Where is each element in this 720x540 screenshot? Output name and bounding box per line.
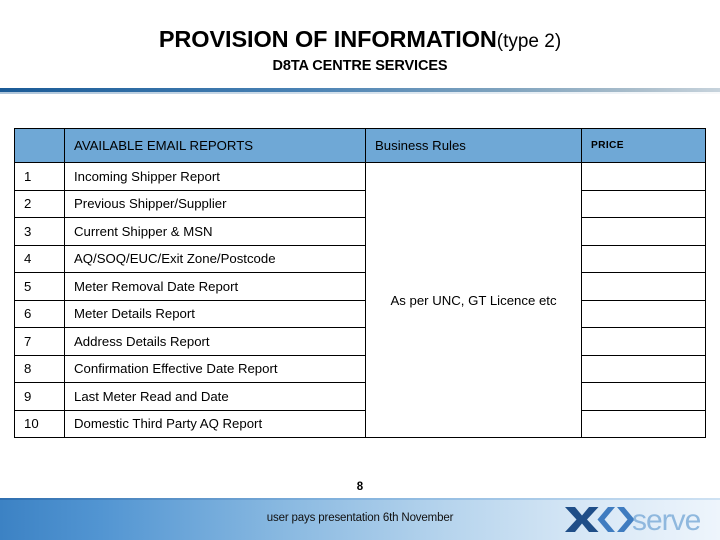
- cell-report-name: Confirmation Effective Date Report: [64, 354, 366, 383]
- available-email-reports-table: AVAILABLE EMAIL REPORTS Business Rules P…: [14, 128, 706, 438]
- page-title-qualifier: (type 2): [496, 31, 562, 52]
- header-divider-shadow: [0, 92, 720, 94]
- slide-header: PROVISION OF INFORMATION(type 2) D8TA CE…: [0, 0, 720, 96]
- cell-index: 10: [14, 409, 65, 438]
- table-body: 1 Incoming Shipper Report As per UNC, GT…: [14, 162, 706, 438]
- cell-price: [581, 299, 706, 328]
- cell-price: [581, 327, 706, 356]
- column-header-report-name: AVAILABLE EMAIL REPORTS: [64, 128, 366, 163]
- table-row: 2 Previous Shipper/Supplier: [14, 189, 706, 218]
- cell-index: 6: [14, 299, 65, 328]
- page-number: 8: [356, 481, 364, 493]
- cell-report-name: Incoming Shipper Report: [64, 162, 366, 191]
- cell-report-name: Previous Shipper/Supplier: [64, 189, 366, 218]
- cell-index: 4: [14, 244, 65, 273]
- cell-report-name: Meter Details Report: [64, 299, 366, 328]
- cell-price: [581, 354, 706, 383]
- logo-wordmark-serve: serve: [632, 504, 701, 535]
- cell-report-name: Meter Removal Date Report: [64, 272, 366, 301]
- cell-price: [581, 189, 706, 218]
- cell-business-rules-note: As per UNC, GT Licence etc: [365, 162, 582, 438]
- table-header-row: AVAILABLE EMAIL REPORTS Business Rules P…: [14, 128, 706, 163]
- cell-report-name: AQ/SOQ/EUC/Exit Zone/Postcode: [64, 244, 366, 273]
- logo-left-chevron-icon: [597, 507, 615, 532]
- cell-index: 1: [14, 162, 65, 191]
- cell-report-name: Address Details Report: [64, 327, 366, 356]
- page-title-main: PROVISION OF INFORMATION: [158, 26, 497, 52]
- cell-report-name: Last Meter Read and Date: [64, 382, 366, 411]
- cell-index: 2: [14, 189, 65, 218]
- table-row: 8 Confirmation Effective Date Report: [14, 354, 706, 383]
- table-header: AVAILABLE EMAIL REPORTS Business Rules P…: [14, 128, 706, 163]
- cell-report-name: Domestic Third Party AQ Report: [64, 409, 366, 438]
- cell-price: [581, 409, 706, 438]
- logo-x-glyph: [565, 507, 599, 532]
- cell-index: 8: [14, 354, 65, 383]
- column-header-index: [14, 128, 65, 163]
- table-row: 4 AQ/SOQ/EUC/Exit Zone/Postcode: [14, 244, 706, 273]
- cell-index: 9: [14, 382, 65, 411]
- page-subtitle: D8TA CENTRE SERVICES: [272, 58, 448, 74]
- table-row: 3 Current Shipper & MSN: [14, 217, 706, 246]
- cell-index: 7: [14, 327, 65, 356]
- cell-price: [581, 162, 706, 191]
- cell-price: [581, 272, 706, 301]
- page-title: PROVISION OF INFORMATION(type 2): [0, 26, 720, 53]
- cell-index: 3: [14, 217, 65, 246]
- xoserve-logo: serve: [562, 498, 714, 538]
- cell-index: 5: [14, 272, 65, 301]
- cell-price: [581, 217, 706, 246]
- table-row: 10 Domestic Third Party AQ Report: [14, 409, 706, 438]
- cell-price: [581, 244, 706, 273]
- table-row: 5 Meter Removal Date Report: [14, 272, 706, 301]
- table-row: 1 Incoming Shipper Report As per UNC, GT…: [14, 162, 706, 438]
- cell-price: [581, 382, 706, 411]
- cell-report-name: Current Shipper & MSN: [64, 217, 366, 246]
- table-row: 7 Address Details Report: [14, 327, 706, 356]
- table-row: 6 Meter Details Report: [14, 299, 706, 328]
- table-row: 9 Last Meter Read and Date: [14, 382, 706, 411]
- column-header-business-rules: Business Rules: [365, 128, 582, 163]
- column-header-price: PRICE: [581, 128, 706, 163]
